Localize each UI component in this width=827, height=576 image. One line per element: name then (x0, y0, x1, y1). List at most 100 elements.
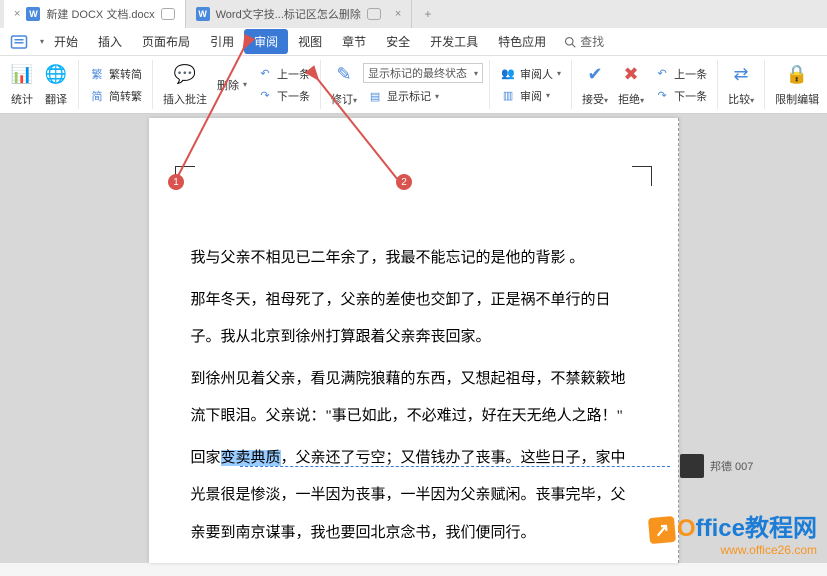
add-tab-button[interactable]: + (412, 3, 443, 25)
markup-icon: ▤ (367, 88, 383, 104)
translate-icon: 🌐 (44, 63, 68, 87)
delete-comment-button[interactable]: 删除 ▾ (213, 75, 251, 95)
s2t-label: 繁转简 (109, 66, 142, 82)
menu-chapters[interactable]: 章节 (332, 29, 376, 54)
menu-addons[interactable]: 特色应用 (488, 29, 556, 54)
watermark: ↗Office教程网 www.office26.com (649, 508, 817, 557)
menu-security[interactable]: 安全 (376, 29, 420, 54)
revise-icon: ✎ (332, 63, 356, 87)
s2t-icon: 繁 (89, 66, 105, 82)
accept-label: 接受 (582, 94, 604, 106)
restrict-editing-button[interactable]: 🔒 限制编辑 (771, 61, 823, 109)
reject-button[interactable]: ✖ 拒绝▾ (614, 61, 648, 109)
next-comment-button[interactable]: ↷下一条 (253, 86, 314, 106)
prev-change-button[interactable]: ↶上一条 (650, 64, 711, 84)
show-markup-button[interactable]: ▤显示标记 ▾ (363, 86, 483, 106)
menu-review[interactable]: 审阅 (244, 29, 288, 54)
review-pane-icon: ▥ (500, 88, 516, 104)
comment-user: 邦德 007 (710, 458, 753, 474)
prev-label: 上一条 (277, 66, 310, 82)
callout-marker-1: 1 (168, 174, 184, 190)
watermark-icon: ↗ (648, 516, 676, 544)
close-icon[interactable]: × (395, 8, 401, 20)
translate-button[interactable]: 🌐 翻译 (40, 61, 72, 109)
close-icon[interactable]: × (14, 8, 20, 20)
avatar (680, 454, 704, 478)
chevron-down-icon: ▾ (435, 92, 439, 101)
accept-button[interactable]: ✔ 接受▾ (578, 61, 612, 109)
show-marks-label: 显示标记 (387, 88, 431, 104)
paragraph[interactable]: 回家变卖典质，父亲还了亏空；又借钱办了丧事。这些日子，家中光景很是惨淡，一半因为… (191, 440, 636, 553)
menu-page-layout[interactable]: 页面布局 (132, 29, 200, 54)
review-pane-label: 审阅 (520, 88, 542, 104)
traditional-to-simplified-button[interactable]: 简 简转繁 (85, 86, 146, 106)
reject-label: 拒绝 (618, 94, 640, 106)
document-area: 我与父亲不相见已二年余了，我最不能忘记的是他的背影 。 那年冬天，祖母死了，父亲… (0, 114, 827, 563)
menu-home[interactable]: 开始 (44, 29, 88, 54)
revise-label: 修订 (331, 94, 353, 106)
text-run[interactable]: 回家 (191, 450, 221, 466)
search-label: 查找 (580, 33, 604, 50)
lock-icon: 🔒 (785, 63, 809, 87)
review-pane-button[interactable]: ▥审阅 ▾ (496, 86, 565, 106)
menu-devtools[interactable]: 开发工具 (420, 29, 488, 54)
compare-icon: ⇄ (729, 63, 753, 87)
watermark-brand: ffice教程网 (696, 515, 817, 542)
document-tab-1[interactable]: × W 新建 DOCX 文档.docx (4, 0, 186, 28)
chevron-down-icon: ▾ (750, 96, 754, 105)
ribbon-toolbar: 📊 统计 🌐 翻译 繁 繁转简 简 简转繁 💬 插入批注 删除▾ ↶上一条 (0, 56, 827, 114)
stats-icon: 📊 (10, 63, 34, 87)
callout-marker-2: 2 (396, 174, 412, 190)
track-changes-button[interactable]: ✎ 修订▾ (327, 61, 361, 109)
track-display-value: 显示标记的最终状态 (368, 65, 467, 81)
next2-label: 下一条 (674, 88, 707, 104)
chevron-down-icon: ▾ (640, 96, 644, 105)
comment-indicator[interactable]: 邦德 007 (680, 454, 753, 478)
app-logo-icon[interactable] (8, 33, 30, 51)
chevron-down-icon: ▾ (243, 80, 247, 89)
margin-corner-tr (632, 166, 652, 186)
compare-label: 比较 (728, 94, 750, 106)
document-page[interactable]: 我与父亲不相见已二年余了，我最不能忘记的是他的背影 。 那年冬天，祖母死了，父亲… (149, 118, 679, 563)
watermark-url: www.office26.com (649, 543, 817, 557)
chevron-down-icon: ▾ (474, 69, 478, 78)
selected-text[interactable]: 变卖典质 (221, 450, 281, 466)
menu-insert[interactable]: 插入 (88, 29, 132, 54)
word-doc-icon: W (196, 7, 210, 21)
chevron-down-icon: ▾ (546, 91, 550, 100)
menu-references[interactable]: 引用 (200, 29, 244, 54)
delete-label: 删除 (217, 77, 239, 93)
word-count-button[interactable]: 📊 统计 (6, 61, 38, 109)
t2s-label: 简转繁 (109, 88, 142, 104)
menu-search[interactable]: 查找 (564, 33, 604, 50)
prev-icon: ↶ (654, 66, 670, 82)
prev-comment-button[interactable]: ↶上一条 (253, 64, 314, 84)
comment-icon: 💬 (173, 63, 197, 87)
paragraph[interactable]: 我与父亲不相见已二年余了，我最不能忘记的是他的背影 。 (191, 240, 636, 278)
comment-connector (240, 466, 670, 467)
reviewers-label: 审阅人 (520, 66, 553, 82)
menu-bar: ▾ 开始 插入 页面布局 引用 审阅 视图 章节 安全 开发工具 特色应用 查找 (0, 28, 827, 56)
speech-icon[interactable] (161, 8, 175, 20)
next-label: 下一条 (277, 88, 310, 104)
accept-icon: ✔ (583, 63, 607, 87)
document-tab-2[interactable]: W Word文字技...标记区怎么删除 × (186, 0, 413, 28)
paragraph[interactable]: 那年冬天，祖母死了，父亲的差使也交卸了，正是祸不单行的日子。我从北京到徐州打算跟… (191, 282, 636, 357)
speech-icon[interactable] (367, 8, 381, 20)
restrict-label: 限制编辑 (775, 91, 819, 107)
reviewers-icon: 👥 (500, 66, 516, 82)
next-icon: ↷ (257, 88, 273, 104)
chevron-down-icon: ▾ (353, 96, 357, 105)
next-change-button[interactable]: ↷下一条 (650, 86, 711, 106)
reviewers-button[interactable]: 👥审阅人▾ (496, 64, 565, 84)
display-for-review-combo[interactable]: 显示标记的最终状态 ▾ (363, 63, 483, 83)
insert-comment-button[interactable]: 💬 插入批注 (159, 61, 211, 109)
chevron-down-icon: ▾ (604, 96, 608, 105)
menu-view[interactable]: 视图 (288, 29, 332, 54)
tab-label: Word文字技...标记区怎么删除 (216, 6, 361, 22)
document-body[interactable]: 我与父亲不相见已二年余了，我最不能忘记的是他的背影 。 那年冬天，祖母死了，父亲… (149, 118, 678, 576)
reject-icon: ✖ (619, 63, 643, 87)
paragraph[interactable]: 到徐州见着父亲，看见满院狼藉的东西，又想起祖母，不禁簌簌地流下眼泪。父亲说："事… (191, 361, 636, 436)
simplified-to-traditional-button[interactable]: 繁 繁转简 (85, 64, 146, 84)
compare-button[interactable]: ⇄ 比较▾ (724, 61, 758, 109)
